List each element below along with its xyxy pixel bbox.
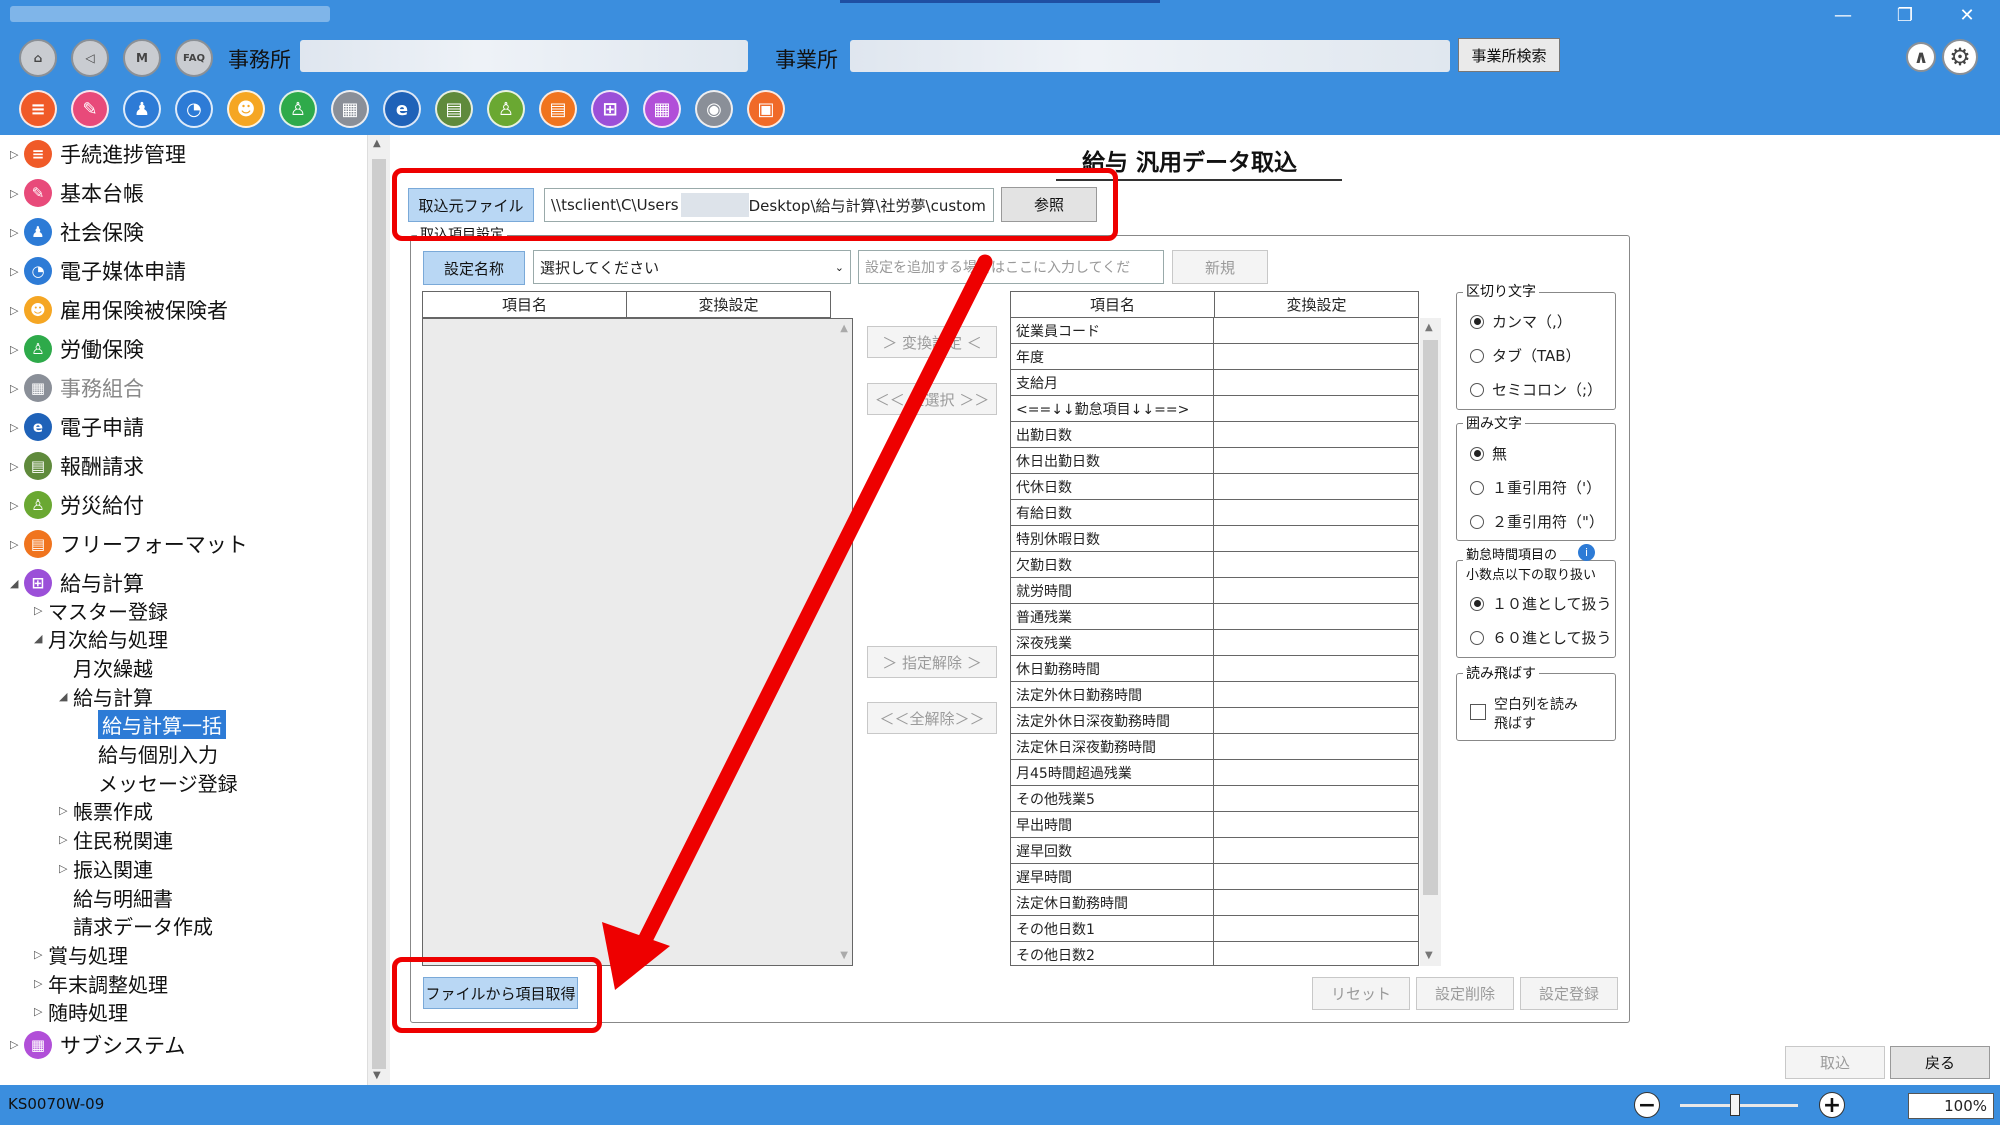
annotation-arrow-head bbox=[602, 922, 670, 990]
status-bar: KS0070W-09 − + 100% bbox=[0, 1085, 2000, 1125]
annotation-arrow bbox=[602, 254, 993, 990]
zoom-value: 100% bbox=[1908, 1093, 1994, 1119]
zoom-slider-thumb[interactable] bbox=[1730, 1094, 1740, 1116]
annotation-arrow-shaft bbox=[632, 254, 993, 958]
zoom-out-button[interactable]: − bbox=[1634, 1092, 1660, 1118]
zoom-in-button[interactable]: + bbox=[1819, 1092, 1845, 1118]
screen-code: KS0070W-09 bbox=[8, 1095, 105, 1113]
